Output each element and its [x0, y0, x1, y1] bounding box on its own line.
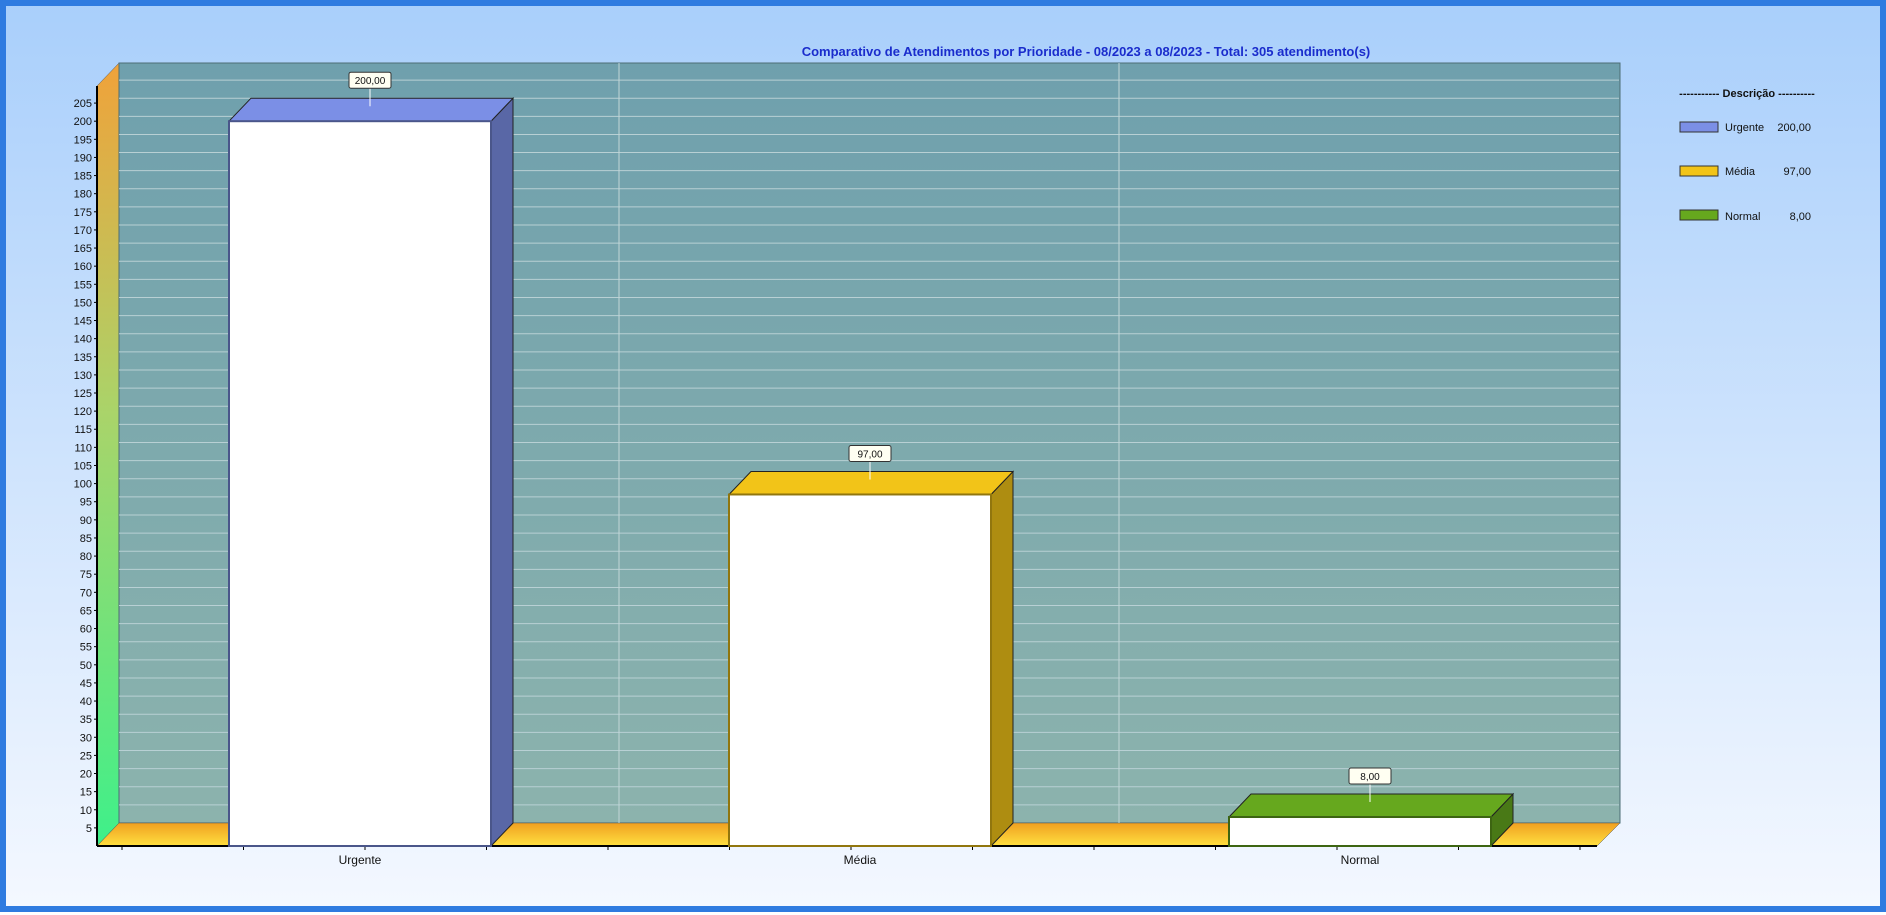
- y-tick-label: 55: [80, 642, 92, 654]
- y-tick-label: 15: [80, 787, 92, 799]
- legend-label-media: Média: [1725, 166, 1756, 178]
- y-tick-label: 120: [74, 406, 92, 418]
- y-tick-label: 100: [74, 479, 92, 491]
- y-tick-label: 75: [80, 569, 92, 581]
- y-tick-label: 70: [80, 587, 92, 599]
- bar-top-media: [727, 470, 1015, 495]
- bar-side-media: [990, 470, 1014, 848]
- bar-media: [728, 493, 992, 847]
- bar-top-urgente: [227, 97, 515, 122]
- y-tick-label: 160: [74, 261, 92, 273]
- legend-swatch-media: [1679, 165, 1719, 177]
- y-tick-label: 205: [74, 98, 92, 110]
- legend-swatch-normal: [1679, 209, 1719, 221]
- legend-title: ----------- Descrição ----------: [1679, 88, 1815, 100]
- legend-swatch-urgente: [1679, 121, 1719, 133]
- y-tick-label: 170: [74, 225, 92, 237]
- legend-value-normal: 8,00: [1790, 211, 1811, 223]
- y-tick-label: 190: [74, 152, 92, 164]
- y-tick-label: 130: [74, 370, 92, 382]
- legend-value-media: 97,00: [1783, 166, 1811, 178]
- y-tick-label: 110: [74, 442, 92, 454]
- y-tick-label: 115: [74, 424, 92, 436]
- y-tick-label: 60: [80, 624, 92, 636]
- y-tick-label: 65: [80, 605, 92, 617]
- y-tick-label: 135: [74, 352, 92, 364]
- y-tick-label: 150: [74, 297, 92, 309]
- y-tick-label: 40: [80, 696, 92, 708]
- y-tick-label: 85: [80, 533, 92, 545]
- y-tick-label: 195: [74, 134, 92, 146]
- y-tick-label: 200: [74, 116, 92, 128]
- y-tick-label: 95: [80, 497, 92, 509]
- y-tick-label: 105: [74, 460, 92, 472]
- y-tick-label: 175: [74, 207, 92, 219]
- y-tick-label: 140: [74, 334, 92, 346]
- bar-top-normal: [1227, 793, 1515, 818]
- chart-title: Comparativo de Atendimentos por Priorida…: [802, 44, 1371, 59]
- y-tick-label: 80: [80, 551, 92, 563]
- y-tick-label: 25: [80, 750, 92, 762]
- left-wall: [96, 62, 120, 847]
- legend-value-urgente: 200,00: [1777, 122, 1811, 134]
- y-tick-label: 180: [74, 189, 92, 201]
- bar-side-urgente: [490, 96, 514, 848]
- y-tick-label: 30: [80, 732, 92, 744]
- y-tick-label: 185: [74, 171, 92, 183]
- y-tick-label: 35: [80, 714, 92, 726]
- y-tick-label: 165: [74, 243, 92, 255]
- y-tick-label: 125: [74, 388, 92, 400]
- y-tick-label: 10: [80, 805, 92, 817]
- y-tick-label: 50: [80, 660, 92, 672]
- x-label-normal: Normal: [1341, 853, 1380, 867]
- y-tick-label: 155: [74, 279, 92, 291]
- data-label-normal: 8,00: [1360, 772, 1380, 783]
- bar-urgente: [228, 120, 492, 847]
- x-label-urgente: Urgente: [339, 853, 382, 867]
- x-label-media: Média: [844, 853, 877, 867]
- chart-frame: Comparativo de Atendimentos por Priorida…: [0, 0, 1886, 912]
- y-tick-label: 5: [86, 823, 92, 835]
- legend-label-normal: Normal: [1725, 211, 1760, 223]
- data-label-urgente: 200,00: [355, 76, 386, 87]
- y-tick-label: 45: [80, 678, 92, 690]
- y-tick-label: 145: [74, 316, 92, 328]
- data-label-media: 97,00: [857, 449, 882, 460]
- y-tick-label: 90: [80, 515, 92, 527]
- bar-normal: [1228, 816, 1492, 847]
- legend-label-urgente: Urgente: [1725, 122, 1764, 134]
- y-tick-label: 20: [80, 769, 92, 781]
